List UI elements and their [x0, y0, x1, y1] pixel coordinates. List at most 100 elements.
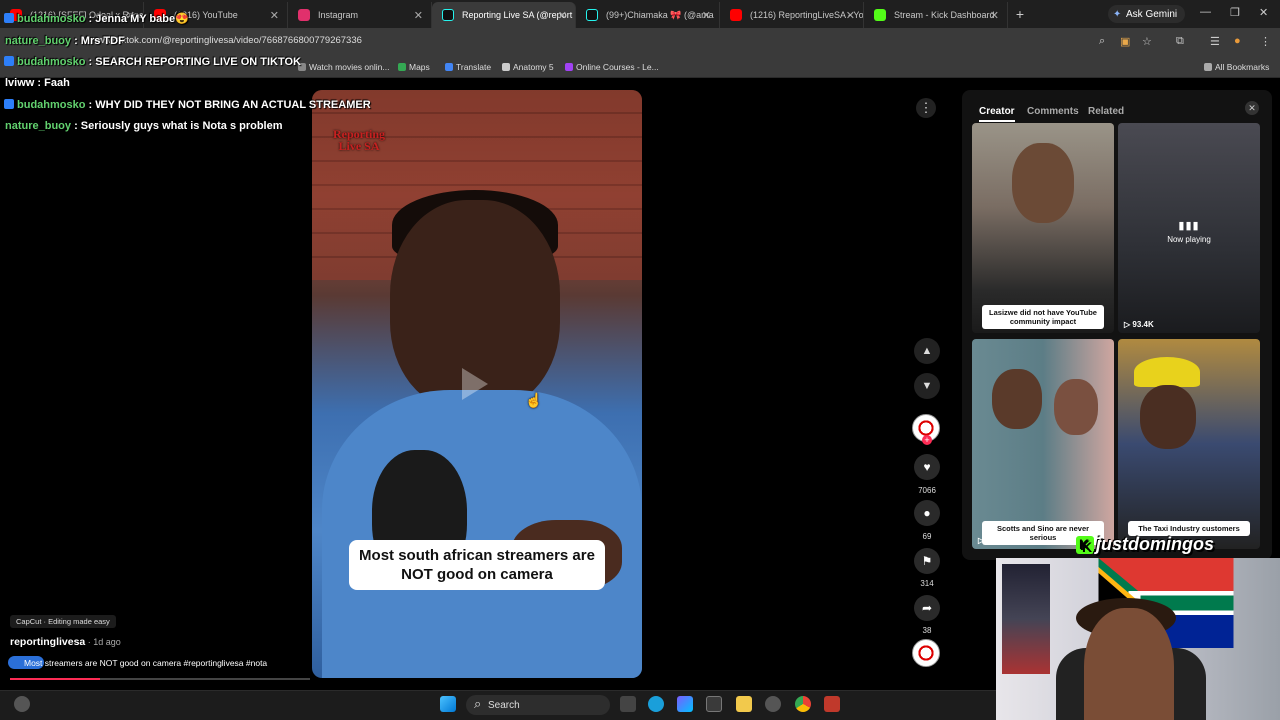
all-bookmarks[interactable]: All Bookmarks [1204, 62, 1269, 72]
bookmark-button[interactable]: ⚑ [914, 548, 940, 574]
like-button[interactable]: ♥ [914, 454, 940, 480]
menu-icon[interactable]: ⋮ [1260, 35, 1271, 48]
ask-gemini-button[interactable]: Ask Gemini [1108, 5, 1186, 23]
profile-avatar-icon[interactable]: ● [1234, 35, 1241, 47]
thumbnail-face [1012, 143, 1074, 223]
restore-icon[interactable]: ❐ [1230, 6, 1240, 19]
chat-text: : SEARCH REPORTING LIVE ON TIKTOK [85, 56, 301, 68]
view-count-value: 93.4K [1132, 320, 1154, 329]
chat-message: lviww : Faah [5, 77, 70, 89]
windows-start-icon[interactable] [440, 696, 456, 712]
bookmark-online-courses[interactable]: Online Courses - Le... [565, 62, 659, 72]
task-view-icon[interactable] [620, 696, 636, 712]
bookmark-maps[interactable]: Maps [398, 62, 430, 72]
widgets-icon[interactable] [14, 696, 30, 712]
video-thumbnail[interactable]: Scotts and Sino are never serious ▷ 10 [972, 339, 1114, 549]
bookmark-label: Online Courses - Le... [576, 62, 659, 72]
url-field[interactable]: www.tiktok.com/@reportinglivesa/video/76… [94, 35, 362, 46]
creator-avatar[interactable]: + [912, 414, 940, 445]
chat-message: nature_buoy : Seriously guys what is Not… [5, 120, 283, 132]
video-thumbnail[interactable]: The Taxi Industry customers [1118, 339, 1260, 549]
tiktok-icon [586, 9, 598, 21]
close-icon[interactable]: ✕ [558, 9, 567, 22]
tab-creator[interactable]: Creator [979, 106, 1015, 122]
tiktok-icon [442, 9, 454, 21]
bookmark-star-icon[interactable]: ☆ [1142, 35, 1152, 48]
store-icon[interactable] [706, 696, 722, 712]
streamer-name-overlay: Kjustdomingos [1076, 534, 1214, 555]
tab-instagram[interactable]: Instagram ✕ [288, 2, 432, 28]
kick-icon [874, 9, 886, 21]
close-icon[interactable]: ✕ [414, 9, 423, 22]
extension-icon[interactable]: ▣ [1120, 35, 1130, 48]
chat-text: lviww : Faah [5, 77, 70, 89]
tab-label: Instagram [318, 10, 359, 20]
webcam-feed [996, 558, 1280, 720]
tab-kick-dashboard[interactable]: Stream - Kick Dashboard ✕ [864, 2, 1008, 28]
mcafee-icon[interactable] [824, 696, 840, 712]
chat-text: : Jenna MY babe😍 [85, 13, 189, 25]
play-icon[interactable] [462, 368, 488, 400]
share-count: 38 [922, 626, 932, 635]
tab-comments[interactable]: Comments [1027, 106, 1079, 117]
chat-badge-icon [4, 99, 14, 109]
video-player[interactable]: Reporting Live SA Most south african str… [312, 90, 642, 678]
bookmark-label: All Bookmarks [1215, 62, 1270, 72]
bookmark-label: Maps [409, 62, 430, 72]
post-author[interactable]: reportinglivesa · 1d ago [10, 636, 121, 648]
chrome-icon[interactable] [795, 696, 811, 712]
chat-message: budahmosko : Jenna MY babe😍 [4, 12, 189, 25]
tab-related[interactable]: Related [1088, 106, 1124, 117]
video-thumbnail[interactable]: Lasizwe did not have YouTube community i… [972, 123, 1114, 333]
next-video-button[interactable]: ▼ [914, 373, 940, 399]
more-options-button[interactable]: ⋮ [916, 98, 936, 118]
close-icon[interactable]: ✕ [270, 9, 279, 22]
close-icon[interactable]: ✕ [990, 9, 999, 22]
comment-button[interactable]: ● [914, 500, 940, 526]
close-icon[interactable]: ✕ [846, 9, 855, 22]
bookmark-label: Watch movies onlin... [309, 62, 390, 72]
reading-list-icon[interactable]: ☰ [1210, 35, 1220, 48]
thumbnail-face [1140, 385, 1196, 449]
thumbnail-face [1054, 379, 1098, 435]
new-tab-button[interactable]: + [1008, 6, 1032, 22]
streamer-name: justdomingos [1096, 534, 1214, 554]
close-icon[interactable]: ✕ [702, 9, 711, 22]
mouse-cursor-icon: ☝ [525, 392, 543, 408]
zoom-icon[interactable]: ⌕ [1099, 35, 1105, 48]
tab-reportinglivesa-youtube[interactable]: (1216) ReportingLiveSA - Yo ✕ [720, 2, 864, 28]
video-progress-bar[interactable] [10, 678, 310, 680]
share-button[interactable]: ➦ [914, 595, 940, 621]
follow-plus-icon[interactable]: + [922, 435, 932, 445]
taskbar-search[interactable]: Search [466, 695, 610, 715]
chat-text: : Seriously guys what is Nota s problem [71, 120, 283, 132]
file-explorer-icon[interactable] [736, 696, 752, 712]
extensions-icon[interactable]: ⧉ [1176, 35, 1184, 48]
tab-reporting-live[interactable]: Reporting Live SA (@report ✕ [432, 2, 576, 28]
previous-video-button[interactable]: ▲ [914, 338, 940, 364]
minimize-icon[interactable]: — [1200, 6, 1211, 18]
wall-poster [1002, 564, 1050, 674]
close-window-icon[interactable]: ✕ [1259, 6, 1268, 19]
tab-chiamaka[interactable]: (99+)Chiamaka 🎀 (@ama ✕ [576, 2, 720, 28]
video-thumbnail-now-playing[interactable]: ▮▮▮ Now playing ▷ 93.4K [1118, 123, 1260, 333]
bookmark-anatomy[interactable]: Anatomy 5 [502, 62, 554, 72]
bookmark-watch-movies[interactable]: Watch movies onlin... [298, 62, 389, 72]
capcut-tag[interactable]: CapCut · Editing made easy [10, 615, 116, 628]
chat-text: : Mrs TDF [71, 35, 125, 47]
chat-username: budahmosko [17, 56, 86, 68]
chat-message: budahmosko : SEARCH REPORTING LIVE ON TI… [4, 56, 301, 68]
author-name[interactable]: reportinglivesa [10, 636, 85, 648]
equalizer-icon: ▮▮▮ [1178, 220, 1200, 232]
edge-icon[interactable] [648, 696, 664, 712]
youtube-icon [730, 9, 742, 21]
thumbnail-caption: Lasizwe did not have YouTube community i… [982, 305, 1104, 329]
post-time: · 1d ago [85, 637, 121, 647]
copilot-icon[interactable] [677, 696, 693, 712]
bookmark-label: Translate [456, 62, 492, 72]
close-panel-button[interactable]: ✕ [1245, 101, 1259, 115]
bookmark-translate[interactable]: Translate [445, 62, 491, 72]
sound-avatar[interactable] [912, 639, 940, 667]
app-icon[interactable] [765, 696, 781, 712]
chat-badge-icon [4, 56, 14, 66]
